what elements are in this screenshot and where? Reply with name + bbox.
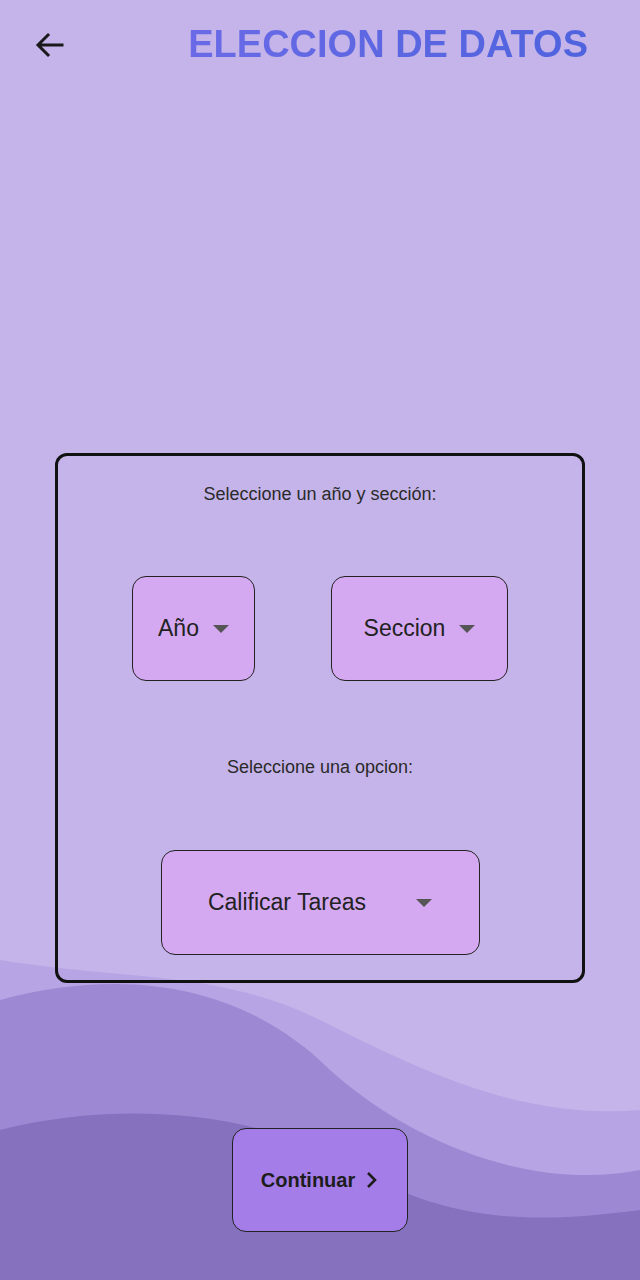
- dropdown-row: Año Seccion: [68, 576, 572, 681]
- dropdown-label: Seccion: [364, 611, 446, 646]
- dropdown-caret-icon: [459, 625, 475, 633]
- dropdown[interactable]: Seccion: [331, 576, 508, 681]
- header: ELECCION DE DATOS: [0, 0, 640, 90]
- option-dropdown[interactable]: Calificar Tareas: [161, 850, 480, 955]
- background-waves: [0, 960, 640, 1280]
- back-arrow-icon[interactable]: [34, 29, 66, 61]
- continue-label: Continuar: [261, 1165, 355, 1195]
- dropdown-label: Año: [158, 611, 199, 646]
- dropdown-caret-icon: [213, 625, 229, 633]
- option-dropdown-label: Calificar Tareas: [208, 885, 366, 920]
- chevron-right-icon: [365, 1170, 379, 1190]
- dropdown[interactable]: Año: [132, 576, 255, 681]
- year-section-prompt: Seleccione un año y sección:: [68, 482, 572, 506]
- continue-button[interactable]: Continuar: [232, 1128, 408, 1232]
- option-prompt: Seleccione una opcion:: [68, 755, 572, 779]
- selection-panel: Seleccione un año y sección: AñoSeccion …: [55, 453, 585, 983]
- dropdown-caret-icon: [416, 899, 432, 907]
- page-title: ELECCION DE DATOS: [188, 22, 588, 68]
